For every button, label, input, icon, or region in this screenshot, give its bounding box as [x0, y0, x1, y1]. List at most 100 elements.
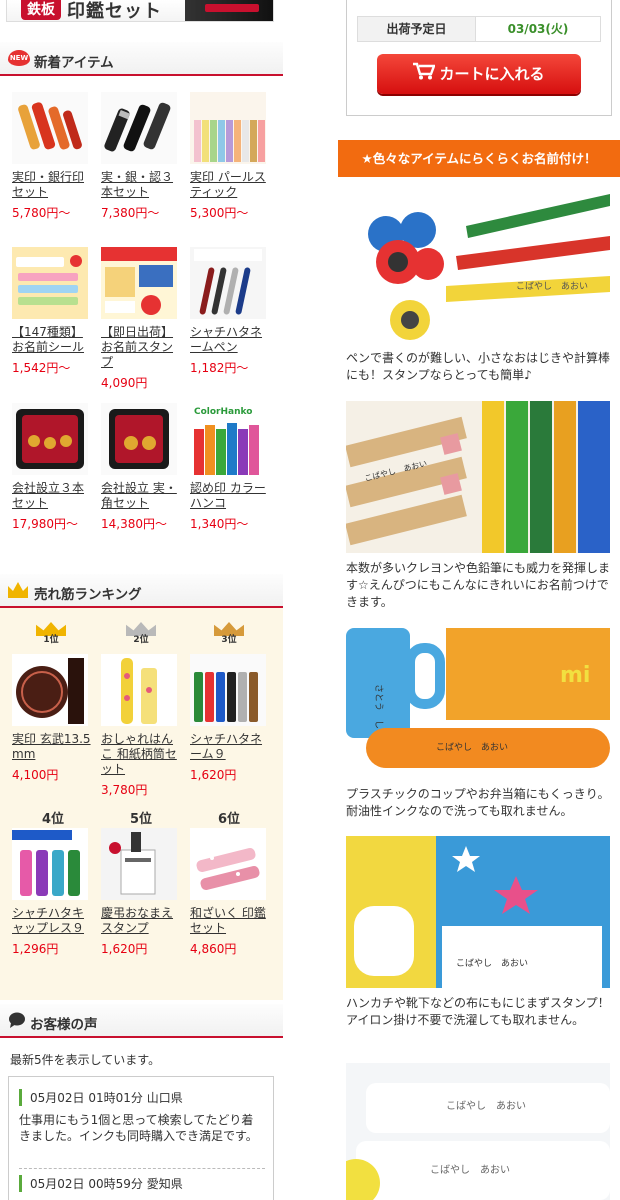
product-image[interactable]	[190, 828, 266, 900]
cup-bento-photo: mi さとう しょうた こばやし あおい	[346, 628, 610, 778]
new-items-title: 新着アイテム	[34, 55, 114, 71]
ranking-item[interactable]: シャチハタネーム９ 1,620円	[190, 654, 272, 783]
product-link[interactable]: 実印 パールスティック	[190, 170, 272, 200]
product-price: 1,620円	[190, 768, 237, 782]
ranking-item[interactable]: 和ざいく 印鑑セット 4,860円	[190, 828, 272, 957]
new-item[interactable]: 会社設立 実・角セット 14,380円〜	[101, 403, 183, 532]
name-pen-image	[190, 247, 266, 319]
review-divider	[19, 1168, 265, 1169]
product-link[interactable]: シャチハタキャップレス９	[12, 906, 94, 936]
set-banner[interactable]: 鉄板 印鑑セット	[6, 0, 274, 22]
product-image[interactable]	[101, 654, 177, 726]
add-to-cart-button[interactable]: カートに入れる	[377, 54, 581, 94]
color-hanko-image: ColorHanko	[190, 403, 266, 475]
product-image[interactable]	[190, 92, 266, 164]
product-price: 3,780円	[101, 783, 148, 797]
product-image[interactable]	[101, 828, 177, 900]
product-image[interactable]	[12, 654, 88, 726]
product-image[interactable]	[12, 92, 88, 164]
rank-6-label: 6位	[218, 812, 241, 827]
ranking-header: 売れ筋ランキング	[0, 574, 283, 608]
product-link[interactable]: おしゃれはんこ 和紙柄筒セット	[101, 732, 183, 777]
genbu-seal-image	[12, 654, 88, 726]
new-items-header: NEW 新着アイテム	[0, 42, 283, 76]
new-item[interactable]: 【147種類】お名前シール 1,542円〜	[12, 247, 94, 376]
new-item[interactable]: ColorHanko 認め印 カラーハンコ 1,340円〜	[190, 403, 272, 532]
add-to-cart-label: カートに入れる	[439, 65, 545, 83]
rank-2-badge: 2位	[126, 622, 156, 645]
capless9-image	[12, 828, 88, 900]
product-link[interactable]: 会社設立３本セット	[12, 481, 94, 511]
product-image[interactable]	[101, 92, 177, 164]
product-price: 4,090円	[101, 376, 148, 390]
product-link[interactable]: 実印・銀行印セット	[12, 170, 94, 200]
voices-title: お客様の声	[30, 1017, 98, 1033]
seal-set-image	[12, 92, 88, 164]
ranking-item[interactable]: おしゃれはんこ 和紙柄筒セット 3,780円	[101, 654, 183, 798]
product-price: 1,542円〜	[12, 361, 71, 375]
rank-3-badge: 3位	[214, 622, 244, 645]
product-price: 1,296円	[12, 942, 59, 956]
ranking-item[interactable]: 慶弔おなまえスタンプ 1,620円	[101, 828, 183, 957]
ship-date-label: 出荷予定日	[358, 17, 476, 41]
svg-text:ColorHanko: ColorHanko	[194, 407, 252, 417]
product-link[interactable]: シャチハタネーム９	[190, 732, 272, 762]
product-image[interactable]	[101, 247, 177, 319]
stamp-name-text: こばやし あおい	[446, 1100, 526, 1112]
new-item[interactable]: 会社設立３本セット 17,980円〜	[12, 403, 94, 532]
name-sticker-image	[12, 247, 88, 319]
product-image[interactable]	[12, 828, 88, 900]
product-link[interactable]: 実・銀・認３本セット	[101, 170, 183, 200]
company-seal-set-image	[12, 403, 88, 475]
product-link[interactable]: 和ざいく 印鑑セット	[190, 906, 272, 936]
product-link[interactable]: 【147種類】お名前シール	[12, 325, 94, 355]
product-image[interactable]	[12, 403, 88, 475]
product-price: 1,340円〜	[190, 517, 249, 531]
product-price: 14,380円〜	[101, 517, 167, 531]
review-item: 05月02日 01時01分 山口県 仕事用にもう1個と思って検索してたどり着きま…	[19, 1089, 265, 1144]
product-image[interactable]	[101, 403, 177, 475]
feature-caption-3: プラスチックのコップやお弁当箱にもくっきり。耐油性インクなので洗っても取れません…	[346, 787, 610, 818]
cloth-photo: こばやし あおい	[346, 836, 610, 988]
ranking-item[interactable]: 実印 玄武13.5mm 4,100円	[12, 654, 94, 783]
new-item[interactable]: シャチハタネームペン 1,182円〜	[190, 247, 272, 376]
feature-caption-4: ハンカチや靴下などの布にもにじまずスタンプ！アイロン掛け不要で洗濯しても取れませ…	[346, 996, 610, 1027]
purchase-box: 出荷予定日 03/03(火) カートに入れる	[346, 0, 612, 116]
new-item[interactable]: 【即日出荷】お名前スタンプ 4,090円	[101, 247, 183, 391]
product-link[interactable]: 会社設立 実・角セット	[101, 481, 183, 511]
stamp-name-text: こばやし あおい	[456, 958, 528, 969]
new-item[interactable]: 実印・銀行印セット 5,780円〜	[12, 92, 94, 221]
product-link[interactable]: 【即日出荷】お名前スタンプ	[101, 325, 183, 370]
crown-icon	[8, 582, 28, 601]
product-price: 7,380円〜	[101, 206, 160, 220]
washi-seal-image	[101, 654, 177, 726]
product-link[interactable]: シャチハタネームペン	[190, 325, 272, 355]
new-icon: NEW	[8, 50, 30, 66]
review-meta: 05月02日 00時59分 愛知県	[19, 1175, 265, 1192]
product-price: 1,182円〜	[190, 361, 249, 375]
banner-title: 印鑑セット	[67, 1, 162, 22]
product-link[interactable]: 認め印 カラーハンコ	[190, 481, 272, 511]
product-price: 1,620円	[101, 942, 148, 956]
product-image[interactable]	[190, 654, 266, 726]
product-image[interactable]: ColorHanko	[190, 403, 266, 475]
new-item[interactable]: 実・銀・認３本セット 7,380円〜	[101, 92, 183, 221]
review-item: 05月02日 00時59分 愛知県	[19, 1175, 265, 1198]
company-seal-pair-image	[101, 403, 177, 475]
shachihata-name9-image	[190, 654, 266, 726]
name-stamp-image	[101, 247, 177, 319]
voices-intro: 最新5件を表示しています。	[10, 1053, 161, 1067]
voices-header: お客様の声	[0, 1004, 283, 1038]
ranking-item[interactable]: シャチハタキャップレス９ 1,296円	[12, 828, 94, 957]
banner-badge: 鉄板	[21, 0, 61, 20]
product-image[interactable]	[190, 247, 266, 319]
product-price: 5,780円〜	[12, 206, 71, 220]
ranking-title: 売れ筋ランキング	[34, 587, 142, 603]
pearl-stick-image	[190, 92, 266, 164]
product-image[interactable]	[12, 247, 88, 319]
keicho-stamp-image	[101, 828, 177, 900]
new-item[interactable]: 実印 パールスティック 5,300円〜	[190, 92, 272, 221]
product-link[interactable]: 慶弔おなまえスタンプ	[101, 906, 183, 936]
product-link[interactable]: 実印 玄武13.5mm	[12, 732, 94, 762]
review-meta: 05月02日 01時01分 山口県	[19, 1089, 265, 1106]
